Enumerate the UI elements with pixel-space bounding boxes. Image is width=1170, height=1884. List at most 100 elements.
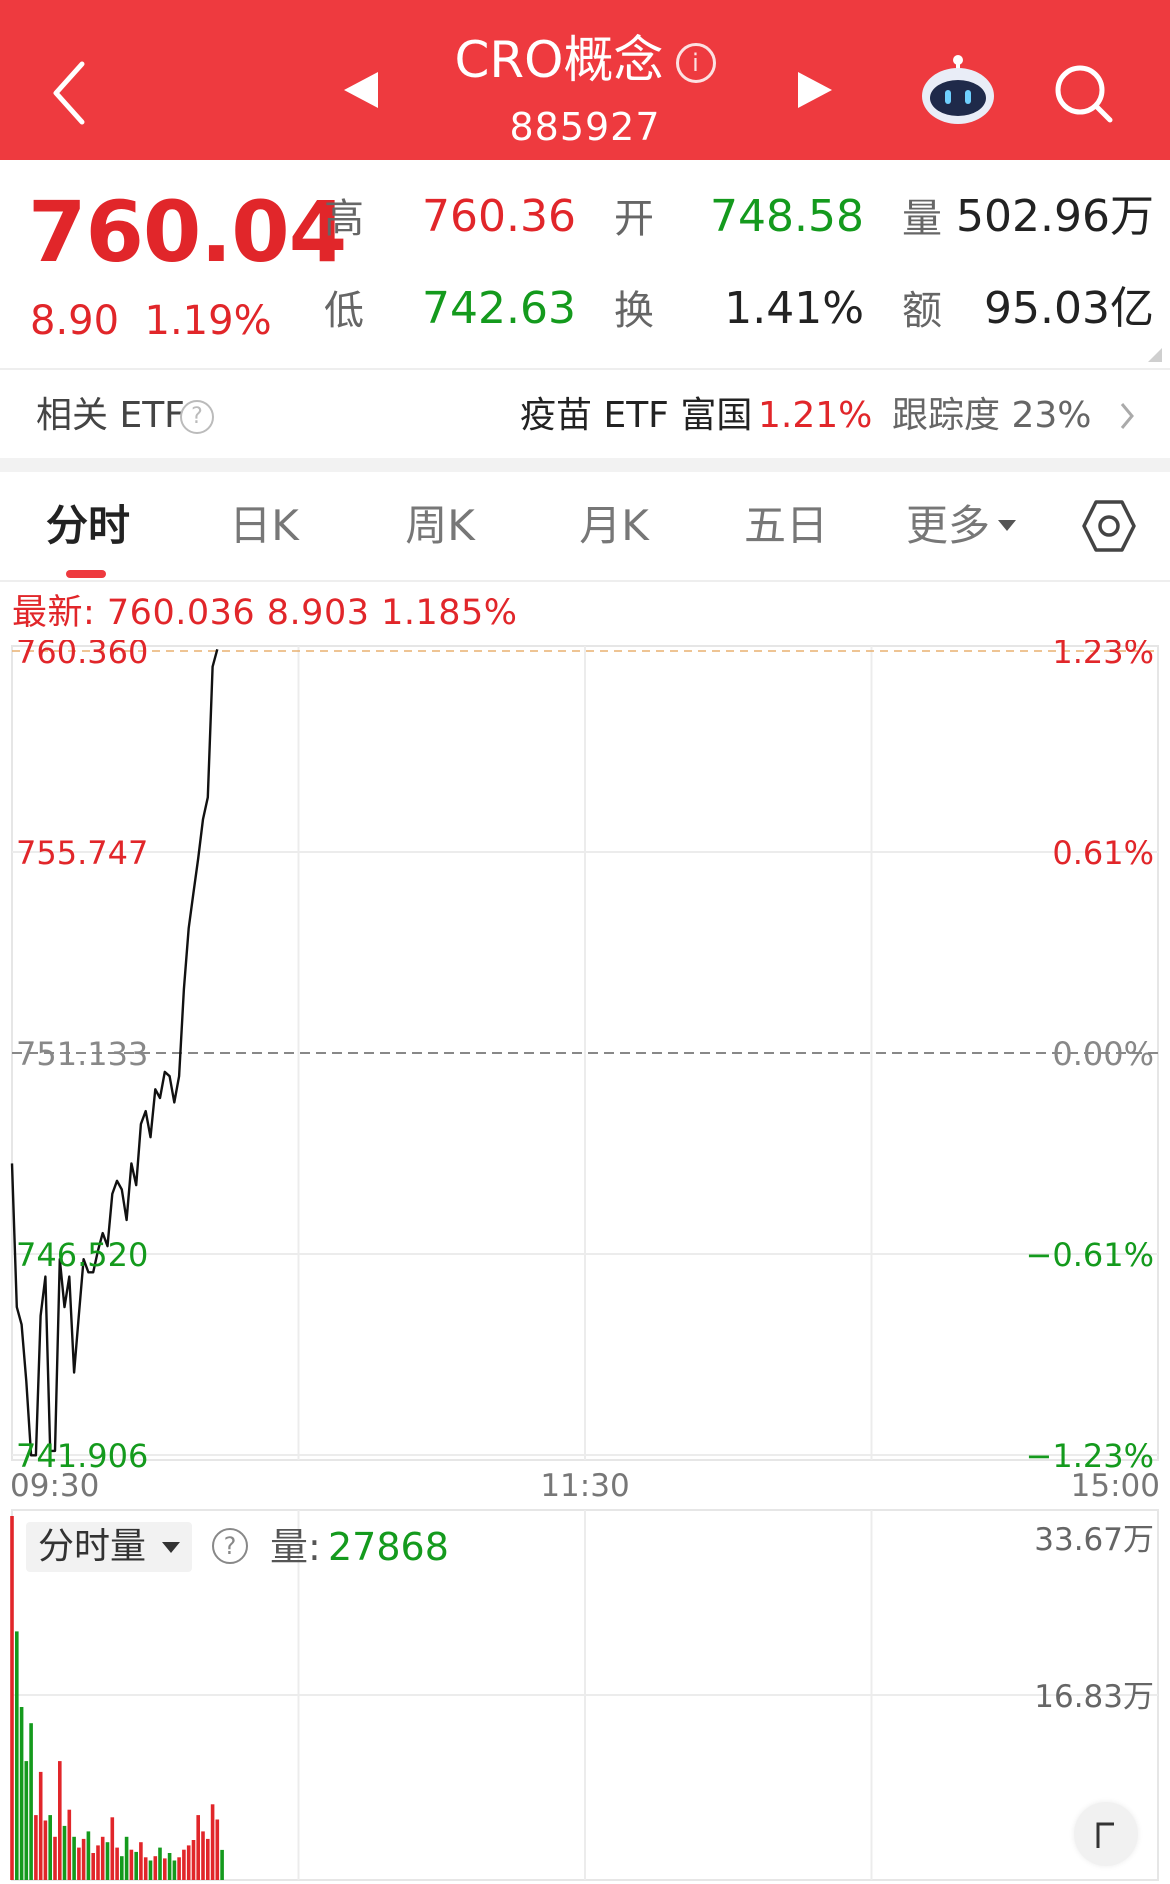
intraday-chart[interactable]: 760.360755.747751.133746.520741.9061.23%… bbox=[0, 640, 1170, 1884]
volume-bar bbox=[96, 1845, 100, 1880]
volume-bar bbox=[167, 1853, 172, 1880]
volume-bar bbox=[206, 1838, 210, 1880]
time-tick-label: 11:30 bbox=[540, 1468, 629, 1504]
tab-intraday[interactable]: 分时 bbox=[36, 498, 140, 554]
open-label: 开 bbox=[614, 196, 654, 242]
volume-tick-label: 33.67万 bbox=[1034, 1522, 1154, 1558]
volume-bar bbox=[153, 1856, 158, 1880]
volume-bar bbox=[67, 1809, 72, 1880]
last-price: 760.04 bbox=[28, 183, 347, 281]
volume-bar bbox=[124, 1836, 129, 1880]
volume-bar bbox=[220, 1849, 224, 1880]
etf-change-percent: 1.21% bbox=[758, 395, 873, 436]
percent-tick-label: −0.61% bbox=[1026, 1236, 1154, 1274]
robot-assistant-icon[interactable] bbox=[918, 54, 998, 126]
volume-name: 量: bbox=[270, 1525, 321, 1569]
price-tick-label: 760.360 bbox=[16, 640, 148, 671]
volume-bar bbox=[210, 1804, 215, 1880]
price-change: 8.90 1.19% bbox=[30, 296, 272, 346]
volume-value: 502.96万 bbox=[956, 191, 1154, 242]
help-circle-icon[interactable]: ? bbox=[212, 1528, 248, 1564]
volume-bar bbox=[58, 1761, 62, 1880]
volume-bar bbox=[158, 1847, 162, 1880]
info-circle-icon[interactable]: i bbox=[675, 43, 716, 83]
volume-bar bbox=[19, 1707, 24, 1880]
caret-down-icon[interactable] bbox=[162, 1542, 180, 1553]
corner-bracket-icon[interactable] bbox=[1092, 1820, 1120, 1850]
volume-bar bbox=[24, 1761, 29, 1880]
volume-tick-label: 16.83万 bbox=[1034, 1679, 1154, 1715]
open-value: 748.58 bbox=[710, 191, 864, 242]
change-percent: 1.19% bbox=[144, 298, 272, 344]
volume-bar bbox=[120, 1856, 124, 1880]
related-etf-label: 相关 ETF bbox=[36, 395, 185, 436]
time-tick-label: 09:30 bbox=[10, 1468, 99, 1504]
high-label: 高 bbox=[324, 196, 364, 242]
volume-bar bbox=[81, 1838, 86, 1880]
percent-tick-label: 1.23% bbox=[1052, 640, 1154, 671]
volume-latest: 27868 bbox=[328, 1525, 449, 1569]
tab-more-label: 更多 bbox=[905, 501, 990, 550]
volume-bar bbox=[196, 1815, 200, 1880]
volume-bar bbox=[62, 1825, 67, 1880]
volume-bar bbox=[115, 1847, 119, 1880]
low-label: 低 bbox=[324, 288, 364, 334]
high-value: 760.36 bbox=[422, 191, 576, 242]
price-tick-label: 746.520 bbox=[16, 1236, 148, 1274]
settings-hexagon-icon[interactable] bbox=[1082, 498, 1136, 554]
price-tick-label: 751.133 bbox=[16, 1035, 148, 1073]
help-circle-icon[interactable]: ? bbox=[180, 400, 214, 434]
volume-bar bbox=[134, 1851, 138, 1880]
volume-bar bbox=[191, 1840, 196, 1880]
volume-selector-label: 分时量 bbox=[38, 1526, 147, 1567]
volume-bar bbox=[77, 1847, 81, 1880]
volume-bar bbox=[129, 1849, 134, 1880]
volume-bar bbox=[148, 1860, 153, 1880]
section-gap bbox=[0, 458, 1170, 472]
etf-name[interactable]: 疫苗 ETF 富国 bbox=[520, 393, 752, 439]
volume-bar bbox=[110, 1817, 115, 1880]
volume-bar bbox=[10, 1516, 14, 1880]
change-value: 8.90 bbox=[30, 298, 120, 344]
time-tick-label: 15:00 bbox=[1071, 1468, 1160, 1504]
volume-bar bbox=[38, 1771, 43, 1880]
amount-value: 95.03亿 bbox=[984, 283, 1154, 334]
turnover-label: 换 bbox=[614, 288, 654, 334]
active-tab-underline bbox=[66, 570, 106, 578]
volume-label: 量 bbox=[902, 196, 942, 242]
volume-bar bbox=[172, 1860, 177, 1880]
tab-weekly-k[interactable]: 周K bbox=[386, 498, 494, 554]
amount-label: 额 bbox=[902, 288, 942, 334]
divider bbox=[0, 368, 1170, 370]
next-stock-icon[interactable] bbox=[798, 72, 832, 108]
volume-bar bbox=[163, 1858, 167, 1880]
tab-daily-k[interactable]: 日K bbox=[210, 498, 318, 554]
volume-bar bbox=[15, 1631, 19, 1880]
volume-bar bbox=[34, 1815, 38, 1880]
latest-readout: 最新: 760.036 8.903 1.185% bbox=[12, 593, 518, 633]
volume-bar bbox=[72, 1836, 76, 1880]
low-value: 742.63 bbox=[422, 283, 576, 334]
volume-bar bbox=[215, 1819, 220, 1880]
volume-bar bbox=[143, 1857, 148, 1880]
volume-bar bbox=[177, 1857, 181, 1880]
volume-bar bbox=[48, 1815, 52, 1880]
volume-bar bbox=[91, 1853, 95, 1880]
chevron-right-icon[interactable] bbox=[1118, 398, 1136, 434]
volume-bar bbox=[105, 1842, 110, 1880]
expand-corner-icon[interactable] bbox=[1148, 348, 1162, 362]
volume-bar bbox=[29, 1723, 33, 1880]
volume-bar bbox=[100, 1836, 105, 1880]
tab-more[interactable]: 更多 bbox=[900, 498, 996, 554]
search-icon[interactable] bbox=[1052, 62, 1116, 126]
volume-bar bbox=[201, 1831, 205, 1880]
tab-five-day[interactable]: 五日 bbox=[732, 498, 840, 554]
tab-monthly-k[interactable]: 月K bbox=[560, 498, 668, 554]
chart-grid bbox=[11, 645, 1159, 1461]
volume-bar bbox=[182, 1849, 186, 1880]
caret-down-icon[interactable] bbox=[998, 520, 1016, 531]
volume-bar bbox=[53, 1836, 57, 1880]
volume-bar bbox=[186, 1845, 191, 1880]
etf-tracking: 跟踪度 23% bbox=[892, 395, 1092, 436]
volume-bar bbox=[86, 1831, 91, 1880]
